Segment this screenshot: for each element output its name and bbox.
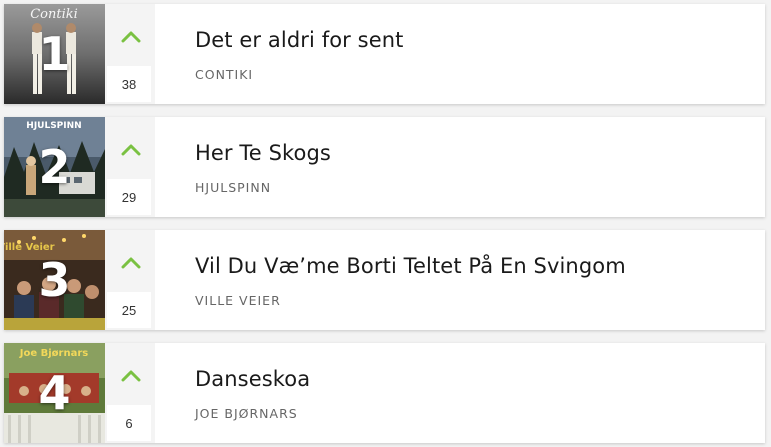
chevron-up-icon[interactable] bbox=[121, 143, 141, 157]
previous-position: 38 bbox=[107, 66, 151, 102]
chevron-up-icon[interactable] bbox=[121, 256, 141, 270]
entry-info: Her Te Skogs HJULSPINN bbox=[155, 117, 765, 217]
cover-art[interactable]: Joe Bjørnars 4 bbox=[4, 343, 105, 443]
previous-position: 25 bbox=[107, 292, 151, 328]
entry-info: Vil Du Væ’me Borti Teltet På En Svingom … bbox=[155, 230, 765, 330]
movement-panel: 25 bbox=[105, 230, 155, 330]
movement-panel: 6 bbox=[105, 343, 155, 443]
chart-entry[interactable]: Joe Bjørnars 4 6 Danseskoa JOE BJØRNARS bbox=[4, 343, 765, 443]
song-title[interactable]: Her Te Skogs bbox=[195, 141, 331, 165]
previous-position: 29 bbox=[107, 179, 151, 215]
chart-list: Contiki 1 38 Det er aldri for sent CONTI… bbox=[0, 0, 771, 447]
song-title[interactable]: Danseskoa bbox=[195, 367, 310, 391]
cover-art[interactable]: Contiki 1 bbox=[4, 4, 105, 104]
chart-entry[interactable]: Contiki 1 38 Det er aldri for sent CONTI… bbox=[4, 4, 765, 104]
movement-panel: 29 bbox=[105, 117, 155, 217]
rank-number: 1 bbox=[38, 27, 71, 81]
cover-art[interactable]: Ville Veier 3 bbox=[4, 230, 105, 330]
rank-number: 3 bbox=[38, 253, 71, 307]
chevron-up-icon[interactable] bbox=[121, 369, 141, 383]
cover-art[interactable]: HJULSPINN 2 bbox=[4, 117, 105, 217]
previous-position: 6 bbox=[107, 405, 151, 441]
chart-entry[interactable]: Ville Veier 3 25 Vil Du Væ’me Borti Telt… bbox=[4, 230, 765, 330]
chart-entry[interactable]: HJULSPINN 2 29 Her Te Skogs HJULSPINN bbox=[4, 117, 765, 217]
song-title[interactable]: Vil Du Væ’me Borti Teltet På En Svingom bbox=[195, 254, 626, 278]
entry-info: Danseskoa JOE BJØRNARS bbox=[155, 343, 765, 443]
movement-panel: 38 bbox=[105, 4, 155, 104]
artist-name[interactable]: HJULSPINN bbox=[195, 180, 271, 195]
artist-name[interactable]: CONTIKI bbox=[195, 67, 253, 82]
chevron-up-icon[interactable] bbox=[121, 30, 141, 44]
rank-number: 2 bbox=[38, 140, 71, 194]
artist-name[interactable]: VILLE VEIER bbox=[195, 293, 281, 308]
song-title[interactable]: Det er aldri for sent bbox=[195, 28, 403, 52]
artist-name[interactable]: JOE BJØRNARS bbox=[195, 406, 298, 421]
rank-number: 4 bbox=[38, 366, 71, 420]
entry-info: Det er aldri for sent CONTIKI bbox=[155, 4, 765, 104]
